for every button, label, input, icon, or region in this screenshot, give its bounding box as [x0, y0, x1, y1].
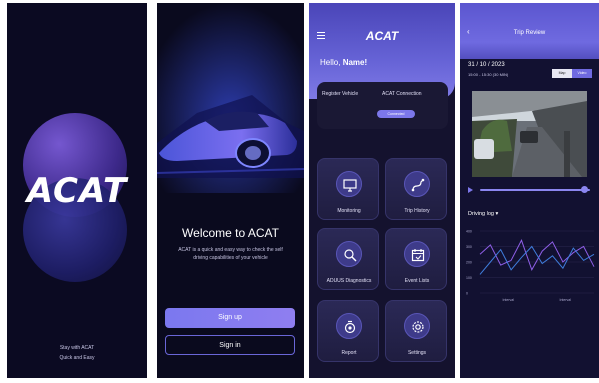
dashboard-screen: ACAT Hello, Name! Register Vehicle ACAT … [309, 3, 455, 378]
y-tick-label: 0 [466, 292, 468, 296]
greeting-text: Hello, [320, 58, 341, 67]
tile-label: Monitoring [337, 208, 361, 214]
splash-tagline-1: Stay with ACAT [59, 345, 95, 351]
y-tick-label: 200 [466, 261, 472, 265]
tile-aduus-diagnostics[interactable]: ADUUS Diagnostics [317, 228, 379, 290]
welcome-title: Welcome to ACAT [182, 226, 279, 240]
tile-label: ADUUS Diagnostics [326, 278, 372, 284]
trip-time: 15:00 - 15:30 (30 MIN) [468, 72, 509, 77]
x-tick-label: Interval [503, 298, 515, 302]
trip-date: 31 / 10 / 2023 [468, 62, 505, 68]
scrub-handle[interactable] [581, 186, 588, 193]
greeting: Hello, Name! [320, 58, 367, 67]
connection-card: Register Vehicle ACAT Connection Connect… [317, 82, 448, 129]
driving-log-dropdown[interactable]: Driving log ▾ [468, 211, 498, 217]
report-icon [336, 313, 362, 339]
diagnostics-icon [336, 241, 362, 267]
monitor-icon [336, 171, 362, 197]
calendar-icon [404, 241, 430, 267]
tile-label: Settings [407, 350, 427, 356]
signup-button[interactable]: Sign up [165, 308, 295, 328]
road-scene [472, 91, 587, 177]
trip-review-screen: ‹ Trip Review 31 / 10 / 2023 15:00 - 15:… [460, 3, 599, 378]
driving-log-chart: 400 300 200 100 0 Interval Interval [466, 230, 595, 302]
y-tick-label: 400 [466, 230, 472, 234]
gear-icon [404, 313, 430, 339]
register-vehicle-link[interactable]: Register Vehicle [322, 91, 358, 97]
map-toggle[interactable]: Map [552, 69, 572, 78]
driving-log-label: Driving log [468, 211, 494, 217]
scrub-track[interactable] [480, 189, 590, 191]
y-tick-label: 300 [466, 245, 472, 249]
splash-tagline-2: Quick and Easy [59, 355, 95, 361]
play-icon[interactable] [468, 187, 473, 193]
tile-monitoring[interactable]: Monitoring [317, 158, 379, 220]
splash-screen: ACAT Stay with ACAT Quick and Easy [7, 3, 147, 378]
user-name: Name! [342, 58, 368, 67]
trip-video[interactable] [472, 91, 587, 177]
tile-settings[interactable]: Settings [385, 300, 447, 362]
route-icon [404, 171, 430, 197]
connection-label: ACAT Connection [382, 91, 422, 97]
x-tick-label: Interval [560, 298, 572, 302]
tile-label: Trip History [404, 208, 430, 214]
tile-label: Report [341, 350, 357, 356]
signin-button[interactable]: Sign in [165, 335, 295, 355]
tile-report[interactable]: Report [317, 300, 379, 362]
trip-title: Trip Review [513, 30, 546, 36]
y-tick-label: 100 [466, 276, 472, 280]
video-toggle[interactable]: Video [572, 69, 592, 78]
connect-button[interactable]: Connected [377, 110, 415, 118]
welcome-screen: Welcome to ACAT ACAT is a quick and easy… [157, 3, 304, 378]
video-scrubber[interactable] [468, 186, 593, 194]
car-illustration [157, 3, 304, 193]
tile-event-lists[interactable]: Event Lists [385, 228, 447, 290]
dashboard-logo: ACAT [365, 29, 399, 43]
welcome-description: ACAT is a quick and easy way to check th… [178, 247, 283, 261]
tile-trip-history[interactable]: Trip History [385, 158, 447, 220]
tile-label: Event Lists [404, 278, 430, 284]
chevron-down-icon: ▾ [495, 211, 499, 217]
splash-logo: ACAT [26, 171, 128, 211]
